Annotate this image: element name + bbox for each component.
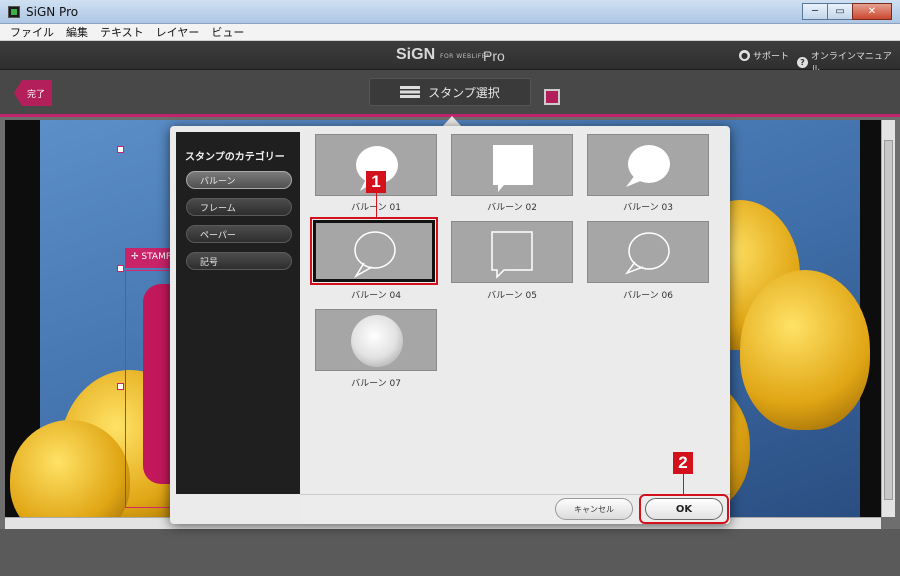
stamp-label: バルーン 06	[623, 291, 673, 301]
window-titlebar: SiGN Pro ─ ▭ ✕	[0, 0, 900, 24]
window-title: SiGN Pro	[26, 5, 79, 19]
help-icon: ?	[797, 56, 808, 68]
callout-badge-2: 2	[673, 452, 693, 474]
support-link[interactable]: ● サポート	[739, 49, 789, 62]
callout-line-2	[683, 474, 684, 494]
window-controls: ─ ▭ ✕	[802, 3, 892, 20]
editor-toolbar: 完了 スタンプ選択	[0, 70, 900, 117]
resize-handle[interactable]	[117, 146, 124, 153]
menu-text[interactable]: テキスト	[100, 24, 144, 40]
category-panel: スタンプのカテゴリー バルーン フレーム ペーパー 記号	[176, 132, 307, 494]
menu-edit[interactable]: 編集	[66, 24, 88, 40]
stamp-dialog: スタンプのカテゴリー バルーン フレーム ペーパー 記号 バルーン 01 バルー…	[170, 126, 730, 524]
balloon-filled-icon	[626, 145, 670, 187]
vertical-scrollbar[interactable]	[881, 120, 895, 517]
cancel-button[interactable]: キャンセル	[555, 498, 633, 520]
resize-handle[interactable]	[117, 383, 124, 390]
resize-handle[interactable]	[117, 265, 124, 272]
minimize-button[interactable]: ─	[802, 3, 828, 20]
callout-line-1	[376, 193, 377, 218]
app-icon	[8, 6, 20, 18]
grid-icon	[400, 86, 421, 98]
menu-layer[interactable]: レイヤー	[156, 24, 200, 40]
category-balloon[interactable]: バルーン	[186, 171, 292, 189]
square-balloon-filled-icon	[493, 145, 533, 192]
stamp-balloon-04[interactable]	[310, 217, 438, 285]
brand-pro: Pro	[483, 48, 505, 64]
category-symbol[interactable]: 記号	[186, 252, 292, 270]
square-balloon-outline-icon	[491, 231, 533, 279]
support-label: サポート	[753, 52, 790, 62]
stamp-select-button[interactable]: スタンプ選択	[369, 78, 531, 106]
glossy-balloon-icon	[351, 315, 403, 367]
stamp-color-swatch[interactable]	[544, 89, 560, 105]
stamp-balloon-03[interactable]	[587, 134, 709, 196]
callout-badge-1: 1	[366, 171, 386, 193]
category-title: スタンプのカテゴリー	[185, 152, 285, 163]
stamp-label: バルーン 07	[351, 379, 401, 389]
bottom-panel	[0, 529, 900, 576]
menu-view[interactable]: ビュー	[211, 24, 244, 40]
stamp-label: バルーン 05	[487, 291, 537, 301]
close-button[interactable]: ✕	[852, 3, 892, 20]
menu-file[interactable]: ファイル	[10, 24, 54, 40]
stamp-selection-box[interactable]	[125, 270, 175, 508]
brand-logo: SiGN	[396, 46, 436, 63]
balloon-outline-icon	[353, 231, 396, 279]
stamp-label: バルーン 03	[623, 203, 673, 213]
category-frame[interactable]: フレーム	[186, 198, 292, 216]
restore-button[interactable]: ▭	[827, 3, 853, 20]
ok-highlight	[639, 494, 729, 524]
stamp-balloon-05[interactable]	[451, 221, 573, 283]
app-header: SiGN FOR WEBLIFE* Pro ● サポート ? オンラインマニュア…	[0, 41, 900, 75]
stamp-label: バルーン 04	[351, 291, 401, 301]
stamp-balloon-07[interactable]	[315, 309, 437, 371]
done-button[interactable]: 完了	[14, 80, 52, 106]
category-paper[interactable]: ペーパー	[186, 225, 292, 243]
stamp-label: バルーン 02	[487, 203, 537, 213]
scroll-thumb[interactable]	[884, 140, 893, 500]
tulip-image	[740, 270, 870, 430]
active-category-arrow	[301, 176, 307, 186]
person-icon: ●	[739, 50, 750, 61]
stamp-balloon-06[interactable]	[587, 221, 709, 283]
menu-bar: ファイル 編集 テキスト レイヤー ビュー	[0, 24, 900, 41]
stamp-balloon-02[interactable]	[451, 134, 573, 196]
balloon-outline-icon	[624, 232, 670, 275]
stamp-select-label: スタンプ選択	[428, 85, 500, 100]
